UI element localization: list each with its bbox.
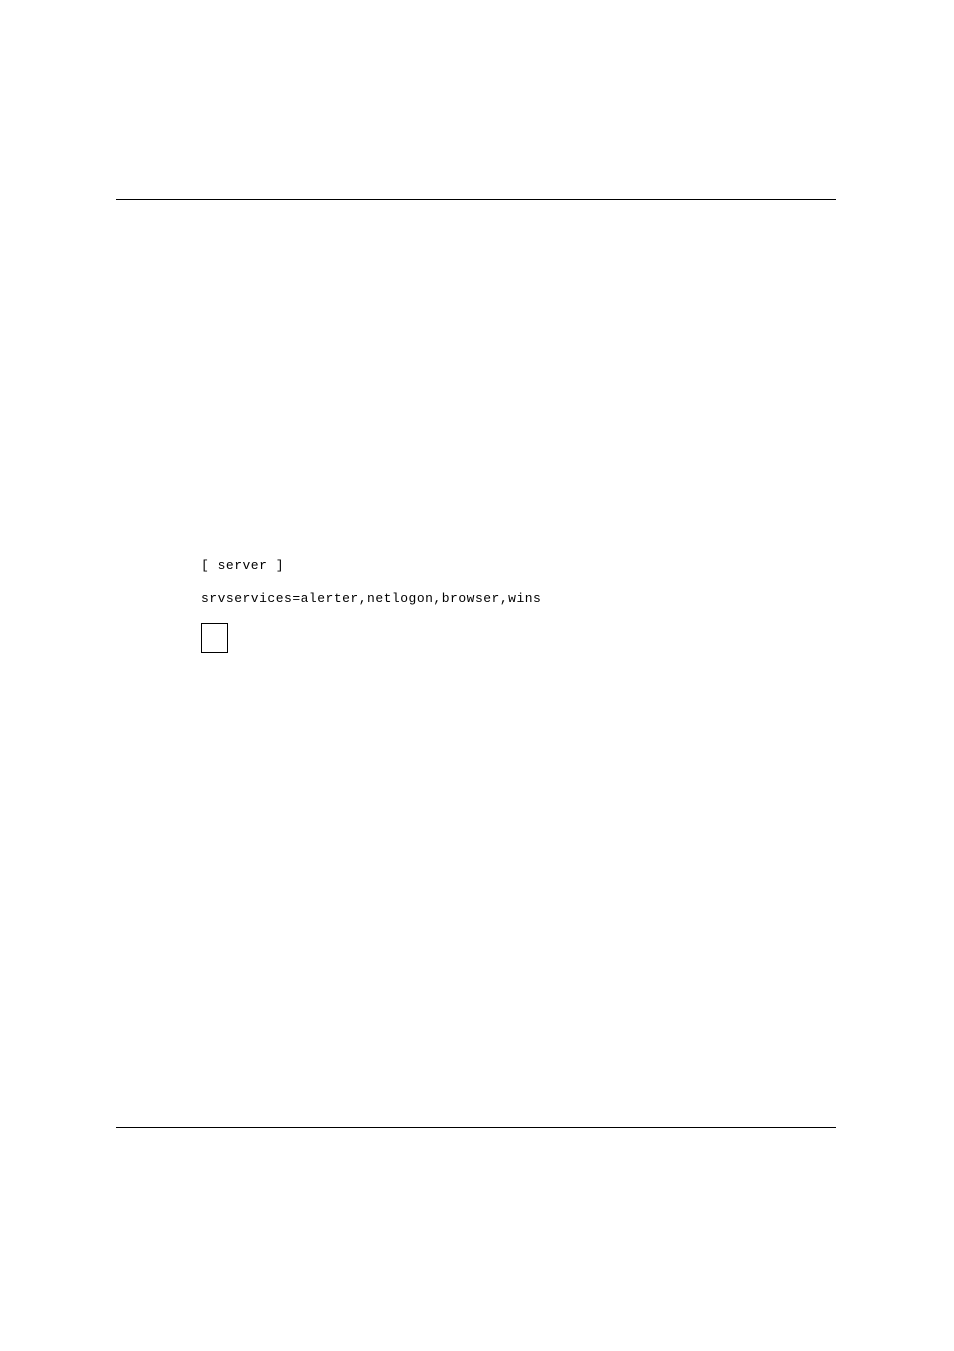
empty-box-placeholder (201, 623, 228, 653)
code-line-2: srvservices=alerter,netlogon,browser,win… (201, 591, 541, 606)
document-page: [ server ] srvservices=alerter,netlogon,… (0, 0, 954, 1351)
code-block: [ server ] srvservices=alerter,netlogon,… (201, 558, 541, 606)
top-horizontal-rule (116, 199, 836, 200)
bottom-horizontal-rule (116, 1127, 836, 1128)
code-line-1: [ server ] (201, 558, 541, 573)
